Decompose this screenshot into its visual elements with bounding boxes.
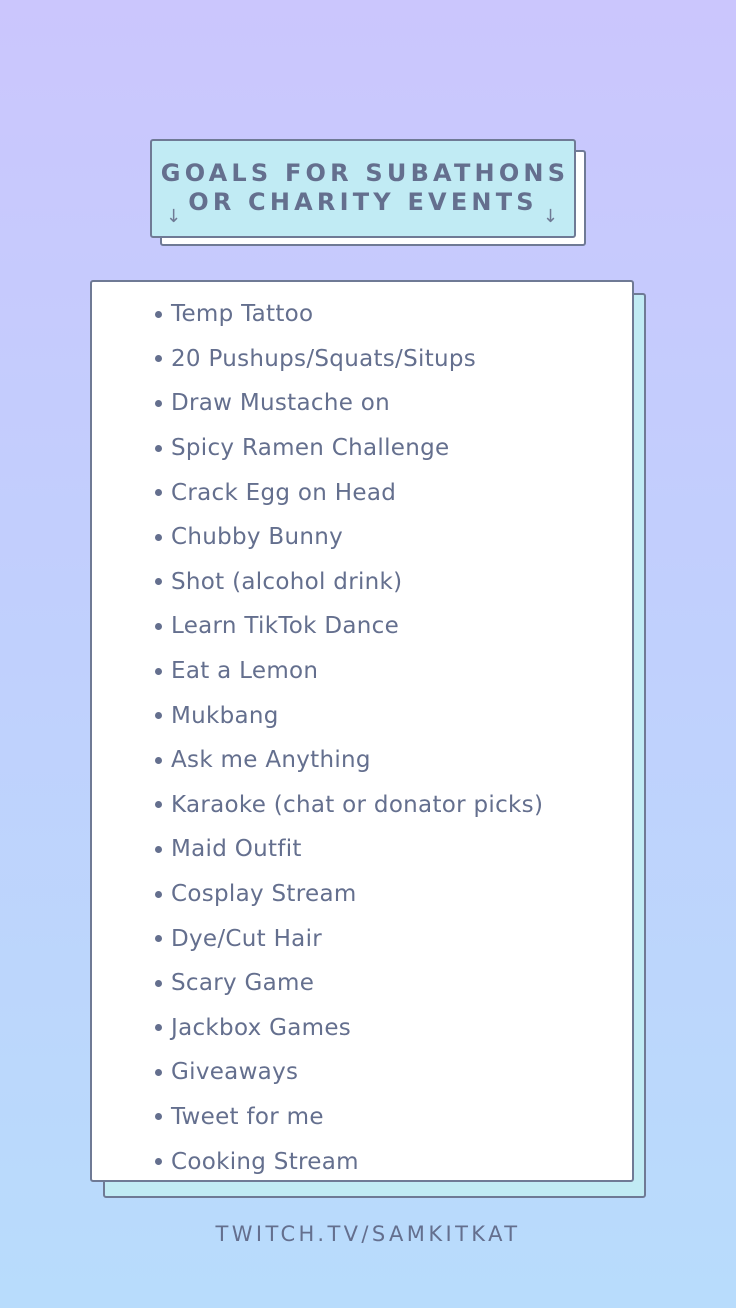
bullet-icon bbox=[155, 1113, 162, 1121]
bullet-icon bbox=[155, 667, 162, 675]
list-item: Spicy Ramen Challenge bbox=[155, 426, 543, 471]
list-item: Dye/Cut Hair bbox=[155, 916, 543, 961]
list-item: Learn TikTok Dance bbox=[155, 604, 543, 649]
goal-text: Mukbang bbox=[171, 702, 279, 729]
goal-text: Chubby Bunny bbox=[171, 524, 344, 551]
arrow-down-icon: ↓ bbox=[542, 206, 558, 227]
list-item: Maid Outfit bbox=[155, 827, 543, 872]
goal-text: Scary Game bbox=[171, 970, 315, 997]
bullet-icon bbox=[155, 979, 162, 987]
list-item: Shot (alcohol drink) bbox=[155, 560, 543, 605]
bullet-icon bbox=[155, 444, 162, 452]
goal-text: Jackbox Games bbox=[171, 1014, 352, 1041]
goal-text: Karaoke (chat or donator picks) bbox=[171, 791, 544, 818]
goal-text: 20 Pushups/Squats/Situps bbox=[171, 345, 477, 372]
bullet-icon bbox=[155, 1158, 162, 1166]
list-item: Eat a Lemon bbox=[155, 649, 543, 694]
list-item: Crack Egg on Head bbox=[155, 470, 543, 515]
bullet-icon bbox=[155, 310, 162, 318]
page-title-line-1: GOALS FOR SUBATHONS bbox=[160, 159, 570, 187]
goal-text: Draw Mustache on bbox=[171, 390, 391, 417]
goal-text: Tweet for me bbox=[171, 1103, 324, 1130]
list-item: Cooking Stream bbox=[155, 1139, 543, 1184]
bullet-icon bbox=[155, 890, 162, 898]
list-item: Draw Mustache on bbox=[155, 381, 543, 426]
bullet-icon bbox=[155, 355, 162, 363]
bullet-icon bbox=[155, 533, 162, 541]
bullet-icon bbox=[155, 1068, 162, 1076]
goal-text: Temp Tattoo bbox=[171, 301, 314, 328]
list-item: Scary Game bbox=[155, 961, 543, 1006]
bullet-icon bbox=[155, 756, 162, 764]
goal-text: Maid Outfit bbox=[171, 836, 302, 863]
goal-text: Learn TikTok Dance bbox=[171, 613, 400, 640]
goal-text: Crack Egg on Head bbox=[171, 479, 397, 506]
bullet-icon bbox=[155, 712, 162, 720]
arrow-down-icon: ↓ bbox=[166, 206, 182, 227]
title-card: GOALS FOR SUBATHONS OR CHARITY EVENTS ↓ … bbox=[150, 139, 576, 238]
bullet-icon bbox=[155, 489, 162, 497]
goal-text: Cosplay Stream bbox=[171, 881, 357, 908]
list-item: Karaoke (chat or donator picks) bbox=[155, 783, 543, 828]
bullet-icon bbox=[155, 845, 162, 853]
bullet-icon bbox=[155, 1024, 162, 1032]
goal-text: Eat a Lemon bbox=[171, 658, 319, 685]
goal-text: Ask me Anything bbox=[171, 747, 371, 774]
list-item: Cosplay Stream bbox=[155, 872, 543, 917]
list-item: Chubby Bunny bbox=[155, 515, 543, 560]
goal-list: Temp Tattoo 20 Pushups/Squats/Situps Draw … bbox=[155, 292, 543, 1184]
page-title-line-2: OR CHARITY EVENTS bbox=[188, 188, 538, 216]
goal-text: Shot (alcohol drink) bbox=[171, 568, 403, 595]
bullet-icon bbox=[155, 399, 162, 407]
list-item: Tweet for me bbox=[155, 1095, 543, 1140]
goal-text: Spicy Ramen Challenge bbox=[171, 435, 450, 462]
list-item: Temp Tattoo bbox=[155, 292, 543, 337]
list-item: 20 Pushups/Squats/Situps bbox=[155, 337, 543, 382]
bullet-icon bbox=[155, 622, 162, 630]
list-item: Mukbang bbox=[155, 693, 543, 738]
bullet-icon bbox=[155, 935, 162, 943]
bullet-icon bbox=[155, 801, 162, 809]
bullet-icon bbox=[155, 578, 162, 586]
goal-text: Cooking Stream bbox=[171, 1148, 359, 1175]
goal-list-card: Temp Tattoo 20 Pushups/Squats/Situps Draw … bbox=[90, 280, 634, 1182]
list-item: Ask me Anything bbox=[155, 738, 543, 783]
list-item: Jackbox Games bbox=[155, 1006, 543, 1051]
goal-text: Dye/Cut Hair bbox=[171, 925, 323, 952]
twitch-link[interactable]: TWITCH.TV/SAMKITKAT bbox=[0, 1222, 736, 1246]
goal-text: Giveaways bbox=[171, 1059, 299, 1086]
list-item: Giveaways bbox=[155, 1050, 543, 1095]
